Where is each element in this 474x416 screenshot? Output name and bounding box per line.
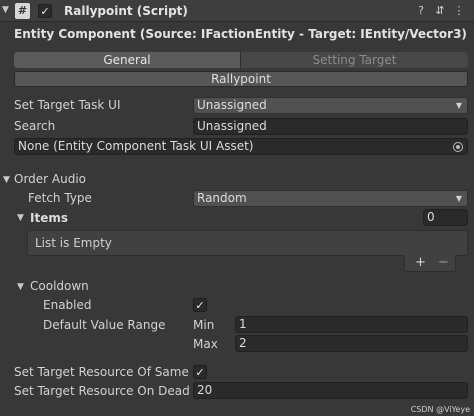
items-foldout-arrow-icon[interactable]: ▼ bbox=[17, 213, 24, 223]
presets-icon[interactable]: ⇵ bbox=[433, 4, 447, 18]
chevron-down-icon: ▼ bbox=[455, 194, 462, 203]
task-ui-asset-value: None (Entity Component Task UI Asset) bbox=[18, 139, 254, 153]
remove-icon[interactable]: − bbox=[438, 255, 449, 270]
set-target-task-ui-label: Set Target Task UI bbox=[14, 98, 121, 112]
tab-bar: General Setting Target bbox=[14, 52, 468, 68]
search-label: Search bbox=[14, 119, 56, 133]
entity-component-label: Entity Component (Source: IFactionEntity… bbox=[14, 27, 467, 41]
min-field[interactable]: 1 bbox=[235, 316, 468, 333]
min-label: Min bbox=[193, 318, 215, 332]
tab-setting-target[interactable]: Setting Target bbox=[241, 52, 468, 68]
set-target-task-ui-dropdown[interactable]: Unassigned ▼ bbox=[193, 97, 468, 114]
enabled-label: Enabled bbox=[43, 298, 92, 312]
max-label: Max bbox=[193, 337, 218, 351]
fetch-type-value: Random bbox=[197, 191, 247, 205]
set-target-resource-same-label: Set Target Resource Of Same T bbox=[14, 365, 192, 379]
watermark: CSDN @ViYeye bbox=[410, 405, 470, 414]
task-ui-asset-object-field[interactable]: None (Entity Component Task UI Asset) bbox=[14, 138, 468, 155]
chevron-down-icon: ▼ bbox=[455, 101, 462, 110]
script-icon: # bbox=[15, 3, 30, 19]
component-title: Rallypoint (Script) bbox=[64, 4, 188, 18]
list-add-remove-bar: + − bbox=[404, 255, 456, 272]
cooldown-label[interactable]: Cooldown bbox=[30, 278, 89, 294]
search-field[interactable]: Unassigned bbox=[193, 118, 468, 135]
component-enabled-checkbox[interactable]: ✓ bbox=[38, 4, 52, 18]
order-audio-foldout-arrow-icon[interactable]: ▼ bbox=[3, 175, 10, 185]
items-label[interactable]: Items bbox=[30, 210, 68, 226]
rallypoint-button[interactable]: Rallypoint bbox=[14, 71, 468, 87]
set-target-resource-dead-field[interactable]: 20 bbox=[193, 382, 468, 399]
component-foldout-arrow-icon[interactable]: ▼ bbox=[2, 5, 9, 15]
fetch-type-dropdown[interactable]: Random ▼ bbox=[193, 190, 468, 207]
set-target-resource-same-checkbox[interactable]: ✓ bbox=[193, 365, 207, 379]
cooldown-foldout-arrow-icon[interactable]: ▼ bbox=[17, 282, 24, 292]
tab-general[interactable]: General bbox=[14, 52, 240, 68]
set-target-resource-dead-label: Set Target Resource On Dead R bbox=[14, 384, 192, 398]
fetch-type-label: Fetch Type bbox=[28, 191, 92, 205]
object-picker-icon[interactable] bbox=[453, 142, 463, 152]
order-audio-label[interactable]: Order Audio bbox=[14, 171, 86, 187]
list-empty-text: List is Empty bbox=[35, 236, 112, 250]
add-icon[interactable]: + bbox=[415, 255, 426, 270]
help-icon[interactable]: ? bbox=[414, 4, 428, 18]
more-options-icon[interactable]: ⋮ bbox=[452, 4, 466, 18]
default-value-range-label: Default Value Range bbox=[43, 318, 166, 332]
items-count-field[interactable]: 0 bbox=[423, 209, 468, 226]
set-target-task-ui-value: Unassigned bbox=[197, 98, 267, 112]
max-field[interactable]: 2 bbox=[235, 335, 468, 352]
enabled-checkbox[interactable]: ✓ bbox=[193, 298, 207, 312]
